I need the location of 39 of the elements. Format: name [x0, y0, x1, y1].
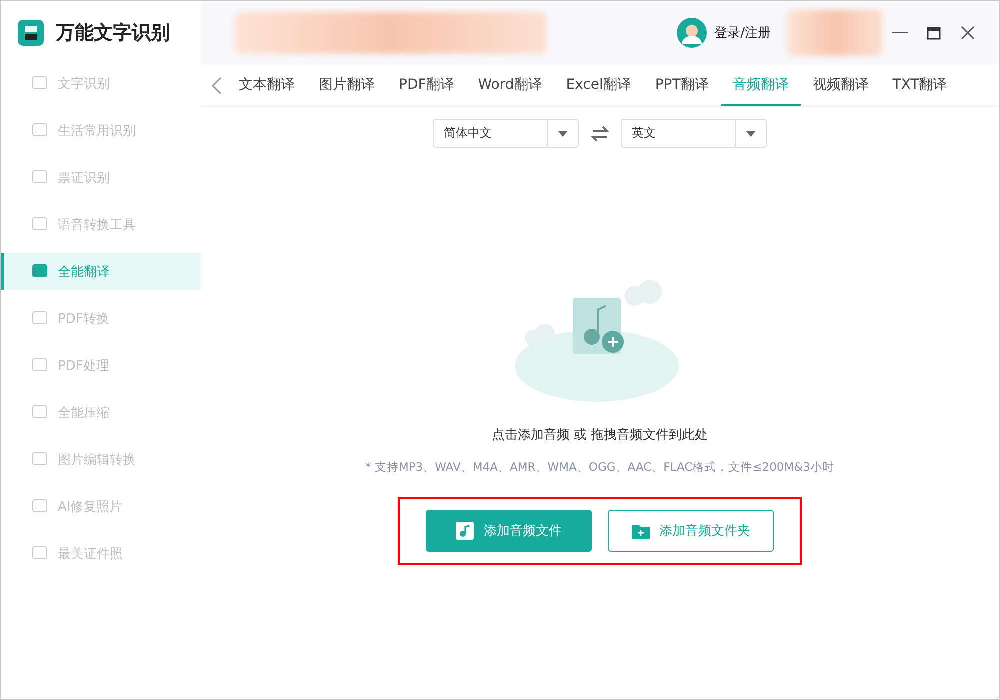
sidebar-item[interactable]: 全能压缩 [1, 394, 201, 431]
supported-formats-note: * 支持MP3、WAV、M4A、AMR、WMA、OGG、AAC、FLAC格式，文件≤200M&3小时 [366, 460, 834, 475]
tab[interactable]: PDF翻译 [387, 65, 466, 106]
sidebar-item[interactable]: AI修复照片 [1, 488, 201, 525]
tab[interactable]: PPT翻译 [643, 65, 721, 106]
app-title: 万能文字识别 [56, 21, 170, 46]
dropdown-caret-icon [746, 130, 756, 136]
tab[interactable]: TXT翻译 [880, 65, 960, 106]
tab[interactable]: 音频翻译 [720, 65, 801, 106]
app-logo-icon [18, 20, 44, 46]
sidebar-item[interactable]: 图片编辑转换 [1, 441, 201, 478]
target-language-select[interactable]: 英文 [621, 119, 767, 148]
sidebar-item[interactable]: PDF处理 [1, 347, 201, 384]
tab[interactable]: 视频翻译 [800, 65, 881, 106]
sidebar-item[interactable]: 全能翻译 [1, 253, 201, 290]
login-button[interactable]: 登录/注册 [670, 17, 777, 49]
dropdown-caret-icon [558, 130, 568, 136]
avatar-icon [676, 18, 707, 48]
sidebar-item[interactable]: 语音转换工具 [1, 206, 201, 243]
folder-plus-icon [632, 523, 650, 539]
music-note-icon [456, 522, 474, 540]
sidebar-item[interactable]: 最美证件照 [1, 535, 201, 572]
sidebar-item[interactable]: 生活常用识别 [1, 112, 201, 149]
minimize-icon [892, 32, 908, 34]
swap-icon[interactable] [591, 126, 609, 142]
tab[interactable]: 文本翻译 [227, 65, 307, 106]
sidebar-item[interactable]: 文字识别 [1, 65, 201, 102]
add-folder-button[interactable]: 添加音频文件夹 [608, 510, 774, 552]
maximize-icon [927, 26, 941, 40]
tab[interactable]: Word翻译 [466, 65, 554, 106]
back-chevron-icon[interactable] [211, 76, 223, 94]
sidebar-item[interactable]: 票证识别 [1, 159, 201, 196]
source-language-select[interactable]: 简体中文 [433, 119, 579, 148]
upload-prompt: 点击添加音频 或 拖拽音频文件到此处 [492, 427, 708, 444]
tab[interactable]: 图片翻译 [307, 65, 387, 106]
tab[interactable]: Excel翻译 [554, 65, 644, 106]
add-file-button[interactable]: 添加音频文件 [426, 510, 592, 552]
close-icon [961, 26, 975, 40]
sidebar-item[interactable]: PDF转换 [1, 300, 201, 337]
